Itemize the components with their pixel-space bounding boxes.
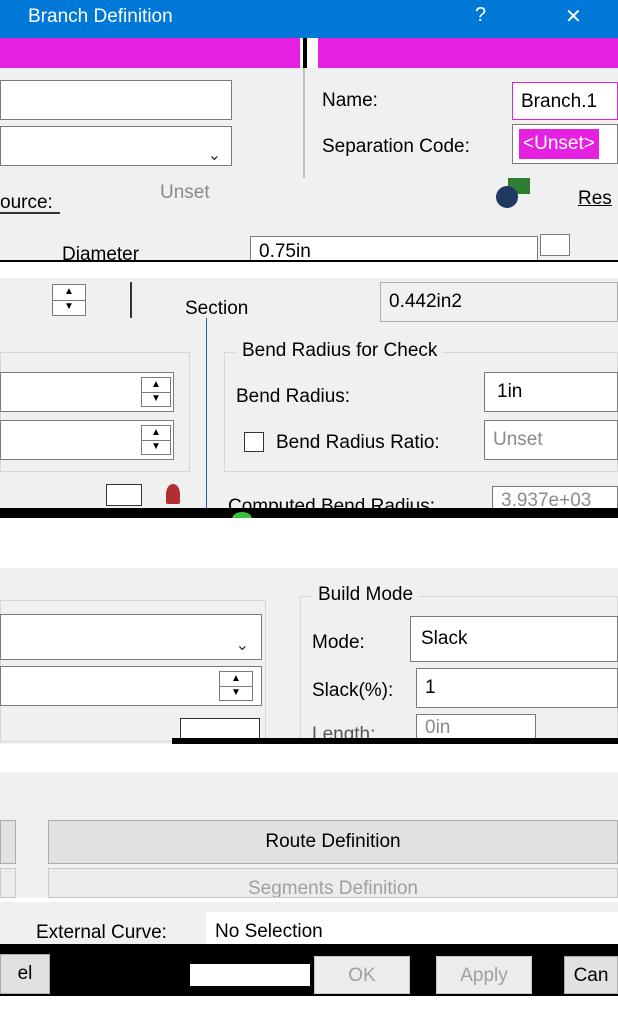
render-gap bbox=[0, 262, 618, 278]
render-artifact bbox=[303, 38, 307, 68]
left-combo[interactable]: ⌄ bbox=[0, 614, 262, 660]
name-input[interactable]: Branch.1 bbox=[512, 82, 618, 120]
unit-button[interactable] bbox=[180, 718, 260, 740]
divider bbox=[130, 282, 132, 318]
source-input[interactable] bbox=[0, 80, 232, 120]
separation-code-value: <Unset> bbox=[519, 129, 599, 159]
reset-icon[interactable] bbox=[496, 178, 534, 208]
title-bar: Branch Definition ? ✕ bbox=[0, 0, 618, 38]
cancel-button-left[interactable]: el bbox=[0, 954, 50, 994]
diameter-spinner[interactable] bbox=[540, 234, 570, 256]
left-field-2[interactable]: ▲ ▼ bbox=[0, 420, 174, 460]
mode-select[interactable]: Slack bbox=[410, 616, 618, 662]
pin-icon bbox=[166, 484, 180, 504]
slack-input[interactable]: 1 bbox=[416, 668, 618, 708]
mode-label: Mode: bbox=[312, 632, 365, 653]
render-gap bbox=[0, 518, 618, 568]
divider bbox=[206, 318, 207, 514]
build-mode-group-title: Build Mode bbox=[312, 584, 420, 606]
bend-radius-group-title: Bend Radius for Check bbox=[236, 340, 444, 362]
cancel-button[interactable]: Can bbox=[564, 956, 618, 994]
render-gap bbox=[0, 744, 618, 772]
bend-radius-ratio-checkbox[interactable] bbox=[244, 432, 264, 452]
reset-button[interactable]: Res bbox=[578, 188, 612, 210]
bend-radius-ratio-label: Bend Radius Ratio: bbox=[276, 432, 440, 453]
apply-button: Apply bbox=[436, 956, 532, 994]
help-button[interactable]: ? bbox=[475, 4, 486, 27]
ok-button: OK bbox=[314, 956, 410, 994]
window-title: Branch Definition bbox=[28, 6, 173, 27]
bend-radius-ratio-input[interactable]: Unset bbox=[484, 420, 618, 460]
name-label: Name: bbox=[322, 90, 378, 111]
render-artifact bbox=[0, 212, 60, 228]
section-label: Section bbox=[185, 298, 249, 319]
render-gap bbox=[0, 996, 618, 1025]
chevron-down-icon: ⌄ bbox=[235, 637, 249, 654]
external-curve-label: External Curve: bbox=[36, 922, 167, 943]
spinner[interactable]: ▲ ▼ bbox=[141, 425, 171, 455]
bend-radius-input[interactable]: 1in bbox=[484, 372, 618, 412]
segments-definition-button: Segments Definition bbox=[48, 868, 618, 898]
route-definition-button[interactable]: Route Definition bbox=[48, 820, 618, 864]
section-value: 0.442in2 bbox=[380, 282, 618, 322]
left-button-edge bbox=[0, 868, 16, 898]
bend-radius-label: Bend Radius: bbox=[236, 386, 351, 407]
separation-code-field[interactable]: <Unset> bbox=[512, 124, 618, 164]
source-combo[interactable]: ⌄ bbox=[0, 126, 232, 166]
slack-label: Slack(%): bbox=[312, 680, 394, 701]
chevron-down-icon: ⌄ bbox=[207, 147, 221, 164]
render-gap bbox=[190, 964, 310, 986]
source-unset-text: Unset bbox=[160, 182, 210, 203]
left-button-edge[interactable] bbox=[0, 820, 16, 864]
close-icon[interactable]: ✕ bbox=[565, 4, 582, 29]
spinner[interactable]: ▲ ▼ bbox=[219, 671, 253, 701]
left-field-1[interactable]: ▲ ▼ bbox=[0, 372, 174, 412]
divider bbox=[303, 68, 305, 178]
render-gap bbox=[0, 898, 618, 902]
spinner[interactable]: ▲ ▼ bbox=[141, 377, 171, 407]
source-label: ource: bbox=[0, 192, 53, 213]
left-spinner[interactable]: ▲ ▼ bbox=[52, 284, 86, 316]
left-numeric-field[interactable]: ▲ ▼ bbox=[0, 666, 262, 706]
unit-button[interactable] bbox=[106, 484, 142, 506]
separation-code-label: Separation Code: bbox=[322, 136, 470, 157]
render-artifact bbox=[0, 508, 618, 518]
